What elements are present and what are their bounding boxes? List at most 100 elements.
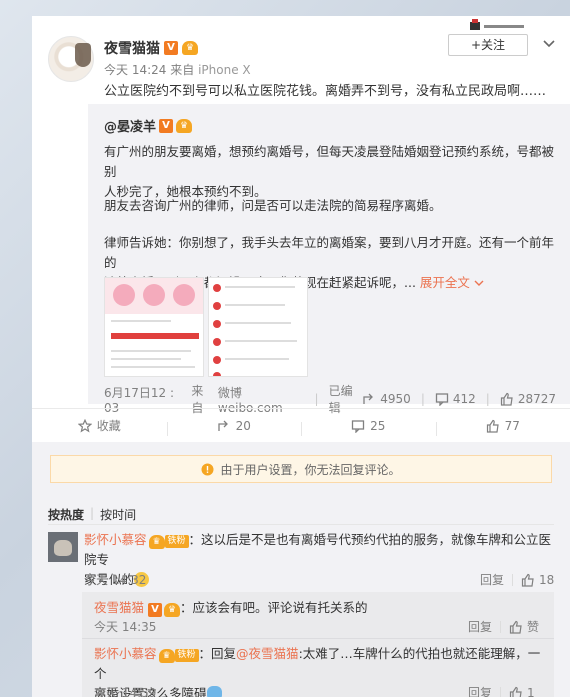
- member-crown-icon: ♛: [158, 649, 175, 663]
- divider: [512, 573, 514, 586]
- commenter-avatar[interactable]: [48, 532, 78, 562]
- thumbs-up-icon: [500, 392, 513, 406]
- comment-area: 由于用户设置，你无法回复评论。 按热度 | 按时间 影怀小慕容 ♛ 铁粉 ：这以后是不…: [32, 442, 570, 697]
- comment-count: 25: [370, 418, 386, 433]
- repost-author-row: @晏凌羊 V ♛: [104, 116, 193, 135]
- thumbs-up-icon: [486, 419, 499, 433]
- divider: [82, 638, 554, 639]
- thumbs-up-icon: [509, 620, 522, 634]
- reply-like-count: 1: [527, 685, 535, 697]
- replier-name[interactable]: 影怀小慕容: [94, 646, 157, 661]
- comment-count: 412: [452, 392, 476, 406]
- repost-count: 20: [235, 418, 251, 433]
- member-crown-icon: ♛: [182, 41, 198, 55]
- chevron-down-icon: [474, 280, 484, 286]
- source-prefix: 来自: [170, 63, 195, 77]
- commenter-name[interactable]: 影怀小慕容: [84, 532, 147, 547]
- expand-full-text-link[interactable]: 展开全文: [420, 275, 484, 290]
- reply-list: 夜雪猫猫 V ♛ ：应该会有吧。评论说有托关系的 今天 14:35 回复 赞 影怀小…: [82, 592, 554, 697]
- post-device: iPhone X: [198, 63, 251, 77]
- tired-emoji-icon: [206, 686, 222, 697]
- action-bar: 收藏 20 25 77: [32, 408, 570, 442]
- info-icon: [201, 463, 214, 475]
- post-time[interactable]: 今天 14:24: [104, 63, 166, 77]
- notice-text: 由于用户设置，你无法回复评论。: [220, 462, 401, 477]
- repost-block: @晏凌羊 V ♛ 有广州的朋友要离婚，想预约离婚号，但每天凌晨登陆婚姻登记预约系…: [88, 104, 570, 415]
- reply-button[interactable]: 回复: [480, 571, 504, 588]
- comment-time: 今天 14:32: [84, 573, 147, 587]
- repost-paragraph-1: 有广州的朋友要离婚，想预约离婚号，但每天凌晨登陆婚姻登记预约系统，号都被别 人秒…: [104, 142, 556, 202]
- post-meta: 今天 14:24 来自 iPhone X: [104, 61, 251, 78]
- reply-ops: 回复 1: [468, 684, 535, 697]
- sort-by-hot-tab[interactable]: 按热度: [48, 506, 84, 523]
- reply-time: 今天 14:35: [94, 620, 157, 634]
- repost-author[interactable]: @晏凌羊: [104, 116, 156, 135]
- repost-image-2[interactable]: [208, 277, 308, 377]
- forward-count: 4950: [380, 392, 411, 406]
- fans-badge: 铁粉: [164, 535, 189, 548]
- comment-icon: [351, 419, 365, 433]
- comment-like-count: 18: [539, 572, 555, 587]
- divider: [500, 686, 502, 697]
- thumbs-up-icon: [509, 686, 522, 697]
- comment-icon: [435, 393, 449, 406]
- reply-body: 夜雪猫猫 V ♛ ：应该会有吧。评论说有托关系的: [94, 598, 544, 618]
- reply-like-button[interactable]: 赞: [509, 618, 539, 635]
- chevron-down-icon[interactable]: [540, 34, 558, 52]
- comment-like-button[interactable]: 18: [521, 573, 554, 587]
- reply-time: 今天 14:59: [94, 686, 157, 697]
- divider: |: [314, 392, 319, 406]
- verified-badge-icon: V: [164, 41, 178, 55]
- repost-image-grid: [104, 277, 308, 377]
- repost-comment-stat[interactable]: 412: [435, 392, 476, 406]
- post-text: 公立医院约不到号可以私立医院花钱。离婚弄不到号，没有私立民政局啊……: [104, 84, 547, 99]
- reply-like-button[interactable]: 1: [509, 686, 535, 697]
- reply-button[interactable]: 回复: [468, 618, 492, 635]
- expand-label: 展开全文: [419, 275, 470, 290]
- sort-by-time-tab[interactable]: 按时间: [100, 506, 136, 523]
- star-icon: [77, 418, 92, 432]
- repost-forward-stat[interactable]: 4950: [362, 392, 411, 406]
- forward-icon: [217, 420, 228, 431]
- reply-text: ：应该会有吧。评论说有托关系的: [180, 600, 368, 615]
- like-label: 赞: [527, 620, 540, 634]
- forward-icon: [363, 393, 374, 404]
- author-avatar[interactable]: [48, 36, 94, 82]
- thumbs-up-icon: [521, 573, 534, 587]
- author-row: 夜雪猫猫 V ♛: [104, 38, 198, 58]
- reply-button[interactable]: 回复: [468, 684, 492, 697]
- verified-badge-icon: V: [148, 603, 162, 617]
- mention-link[interactable]: @夜雪猫猫: [236, 646, 299, 661]
- repost-like-stat[interactable]: 28727: [500, 392, 556, 406]
- like-count: 28727: [517, 392, 557, 406]
- divider: |: [485, 392, 490, 406]
- weibo-post-card: 夜雪猫猫 V ♛ 今天 14:24 来自 iPhone X +关注 公立医院约不…: [32, 16, 570, 697]
- repost-text-line: 有广州的朋友要离婚，想预约离婚号，但每天凌晨登陆婚姻登记预约系统，号都被别: [104, 144, 555, 179]
- favorite-label: 收藏: [96, 419, 121, 433]
- top-decoration: [470, 18, 530, 32]
- replier-name[interactable]: 夜雪猫猫: [94, 600, 144, 615]
- favorite-button[interactable]: 收藏: [32, 417, 167, 434]
- repost-paragraph-2: 朋友去咨询广州的律师，问是否可以走法院的简易程序离婚。: [104, 198, 442, 213]
- like-button[interactable]: 77: [435, 418, 570, 436]
- reply-disabled-notice: 由于用户设置，你无法回复评论。: [50, 455, 552, 483]
- comment-sort: 按热度 | 按时间: [48, 506, 136, 523]
- verified-badge-icon: V: [159, 118, 174, 133]
- member-crown-icon: ♛: [176, 118, 193, 133]
- divider: [48, 524, 554, 525]
- like-count: 77: [504, 418, 520, 433]
- comment-ops: 回复 18: [480, 571, 554, 588]
- member-crown-icon: ♛: [148, 535, 165, 549]
- repost-image-1[interactable]: [104, 277, 204, 377]
- follow-button[interactable]: +关注: [448, 34, 528, 56]
- divider: [500, 620, 502, 633]
- reply-text: ：回复: [198, 646, 237, 661]
- divider: |: [420, 392, 425, 406]
- comment-button[interactable]: 25: [301, 418, 436, 436]
- divider: |: [90, 506, 95, 520]
- reply-ops: 回复 赞: [468, 618, 539, 635]
- member-crown-icon: ♛: [164, 603, 180, 617]
- author-name[interactable]: 夜雪猫猫: [104, 38, 160, 58]
- repost-text-line: 律师告诉她：你别想了，我手头去年立的离婚案，要到八月才开庭。还有一个前年的: [104, 235, 555, 270]
- repost-button[interactable]: 20: [166, 418, 302, 436]
